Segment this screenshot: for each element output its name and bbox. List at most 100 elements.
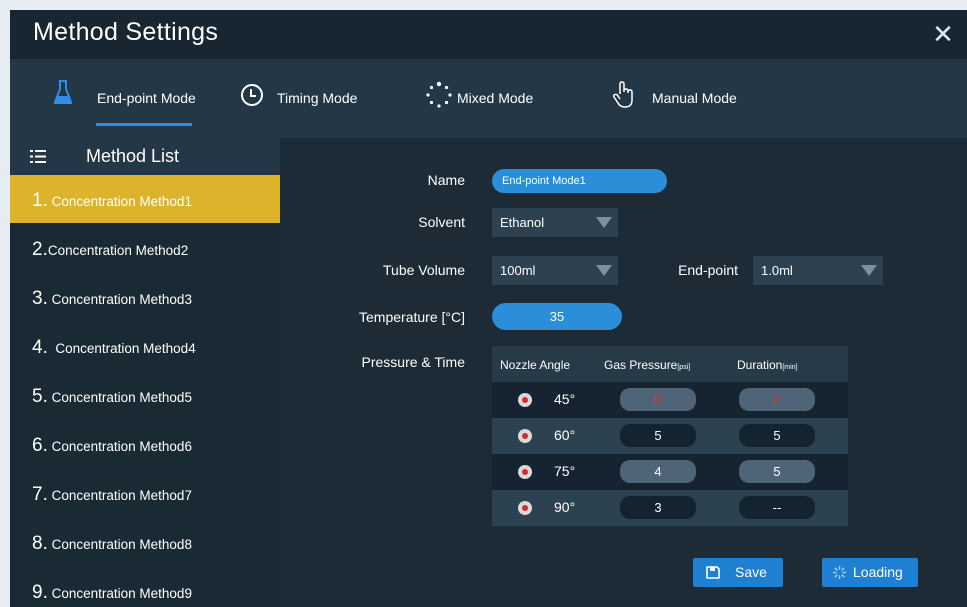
endpoint-label: End-point xyxy=(678,262,738,278)
chevron-down-icon xyxy=(861,265,877,276)
gas-pressure-input[interactable]: 0 xyxy=(620,388,696,411)
list-item-method-3[interactable]: 3. Concentration Method3 xyxy=(10,273,280,321)
title-bar: Method Settings ✕ xyxy=(10,10,967,59)
tab-label: Timing Mode xyxy=(277,90,358,106)
gas-pressure-header: Gas Pressure[psi] xyxy=(604,358,690,372)
table-row: 60° 5 5 xyxy=(492,418,848,454)
endpoint-value: 1.0ml xyxy=(761,263,793,278)
active-tab-indicator xyxy=(96,123,192,126)
list-item-label: Concentration Method6 xyxy=(47,439,192,454)
name-field[interactable]: End-point Mode1 xyxy=(492,169,667,193)
gas-pressure-header-label: Gas Pressure xyxy=(604,358,678,372)
tab-timing-mode[interactable]: Timing Mode xyxy=(238,59,388,138)
list-icon xyxy=(30,150,46,163)
list-item-text: 7. Concentration Method7 xyxy=(32,484,192,506)
nozzle-radio[interactable] xyxy=(518,465,532,479)
gas-pressure-input[interactable]: 3 xyxy=(620,496,696,519)
list-item-label: Concentration Method3 xyxy=(47,292,192,307)
duration-header-label: Duration xyxy=(737,358,783,372)
list-item-method-6[interactable]: 6. Concentration Method6 xyxy=(10,420,280,468)
method-list-header: Method List xyxy=(10,138,280,175)
pressure-time-label: Pressure & Time xyxy=(361,354,465,370)
tube-volume-select[interactable]: 100ml xyxy=(492,256,618,285)
nozzle-angle-value: 90° xyxy=(554,499,576,515)
list-item-label: Concentration Method7 xyxy=(47,488,192,503)
list-item-label: Concentration Method8 xyxy=(47,537,192,552)
list-item-label: Concentration Method5 xyxy=(47,390,192,405)
list-item-text: 8. Concentration Method8 xyxy=(32,533,192,555)
tab-mixed-mode[interactable]: Mixed Mode xyxy=(425,59,575,138)
tube-volume-label: Tube Volume xyxy=(383,262,465,278)
duration-input[interactable]: 2 xyxy=(739,388,815,411)
list-item-method-2[interactable]: 2.Concentration Method2 xyxy=(10,224,280,272)
list-item-label: Concentration Method9 xyxy=(47,586,192,601)
list-item-text: 4. Concentration Method4 xyxy=(32,337,196,359)
duration-input[interactable]: 5 xyxy=(739,460,815,483)
temperature-label: Temperature [°C] xyxy=(359,309,465,325)
tab-end-point-mode[interactable]: End-point Mode xyxy=(50,59,200,138)
nozzle-angle-value: 45° xyxy=(554,391,576,407)
nozzle-radio[interactable] xyxy=(518,429,532,443)
duration-input[interactable]: 5 xyxy=(739,424,815,447)
hand-pointer-icon xyxy=(612,81,633,108)
tab-label: Mixed Mode xyxy=(457,90,534,106)
spinner-icon xyxy=(833,566,846,579)
list-item-method-4[interactable]: 4. Concentration Method4 xyxy=(10,322,280,370)
list-item-label: Concentration Method4 xyxy=(47,341,196,356)
list-item-text: 3. Concentration Method3 xyxy=(32,288,192,310)
flask-icon xyxy=(54,80,72,104)
table-header: Nozzle Angle Gas Pressure[psi] Duration[… xyxy=(492,346,848,382)
list-item-text: 2.Concentration Method2 xyxy=(32,239,188,261)
method-list: Method List 1. Concentration Method1 2.C… xyxy=(10,138,280,607)
clock-icon xyxy=(241,84,263,106)
tab-manual-mode[interactable]: Manual Mode xyxy=(612,59,782,138)
window-title: Method Settings xyxy=(33,18,219,46)
table-row: 90° 3 -- xyxy=(492,490,848,526)
nozzle-angle-value: 75° xyxy=(554,463,576,479)
table-row: 45° 0 2 xyxy=(492,382,848,418)
gas-pressure-input[interactable]: 5 xyxy=(620,424,696,447)
list-item-method-5[interactable]: 5. Concentration Method5 xyxy=(10,371,280,419)
list-item-method-8[interactable]: 8. Concentration Method8 xyxy=(10,518,280,566)
nozzle-angle-value: 60° xyxy=(554,427,576,443)
list-item-method-7[interactable]: 7. Concentration Method7 xyxy=(10,469,280,517)
list-item-number: 8. xyxy=(32,533,48,554)
list-item-text: 5. Concentration Method5 xyxy=(32,386,192,408)
list-item-number: 7. xyxy=(32,484,48,505)
gas-pressure-input[interactable]: 4 xyxy=(620,460,696,483)
solvent-label: Solvent xyxy=(418,214,465,230)
mode-tabs: End-point Mode Timing Mode Mixed Mode Ma… xyxy=(10,59,967,138)
save-icon xyxy=(706,566,720,579)
list-item-text: 1. Concentration Method1 xyxy=(32,190,192,212)
list-item-number: 3. xyxy=(32,288,48,309)
duration-header: Duration[min] xyxy=(737,358,798,372)
method-settings-window: Method Settings ✕ End-point Mode Timing … xyxy=(10,10,967,607)
table-row: 75° 4 5 xyxy=(492,454,848,490)
nozzle-radio[interactable] xyxy=(518,501,532,515)
close-icon[interactable]: ✕ xyxy=(928,19,958,49)
tube-volume-value: 100ml xyxy=(500,263,536,278)
tab-label: End-point Mode xyxy=(97,90,196,106)
temperature-field[interactable]: 35 xyxy=(492,303,622,330)
pressure-time-table: Nozzle Angle Gas Pressure[psi] Duration[… xyxy=(492,346,848,526)
list-item-number: 4. xyxy=(32,337,48,358)
nozzle-radio[interactable] xyxy=(518,393,532,407)
endpoint-select[interactable]: 1.0ml xyxy=(753,256,883,285)
tab-label: Manual Mode xyxy=(652,90,737,106)
save-label: Save xyxy=(735,564,767,580)
list-item-number: 9. xyxy=(32,582,48,603)
dotted-circle-icon xyxy=(426,81,452,108)
solvent-select[interactable]: Ethanol xyxy=(492,208,618,237)
list-item-method-9[interactable]: 9. Concentration Method9 xyxy=(10,567,280,607)
list-item-method-1[interactable]: 1. Concentration Method1 xyxy=(10,175,280,223)
duration-input[interactable]: -- xyxy=(739,496,815,519)
list-item-number: 2. xyxy=(32,239,48,260)
nozzle-angle-header: Nozzle Angle xyxy=(500,358,571,372)
save-button[interactable]: Save xyxy=(693,558,783,587)
list-item-text: 9. Concentration Method9 xyxy=(32,582,192,604)
loading-label: Loading xyxy=(853,564,903,580)
list-item-number: 5. xyxy=(32,386,48,407)
list-item-label: Concentration Method1 xyxy=(47,194,192,209)
loading-button[interactable]: Loading xyxy=(822,558,918,587)
name-label: Name xyxy=(427,172,465,188)
